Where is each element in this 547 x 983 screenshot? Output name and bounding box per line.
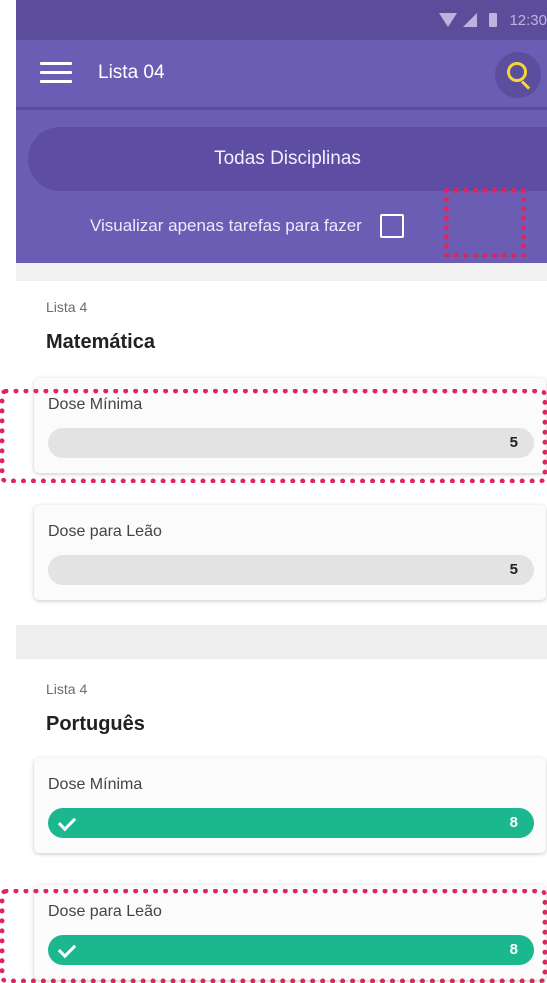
wifi-icon [439, 13, 458, 27]
task-progress-bar: 8 [48, 808, 534, 838]
task-progress-bar: 5 [48, 555, 534, 585]
check-icon [57, 812, 77, 832]
battery-icon [489, 13, 498, 27]
section-divider [16, 625, 547, 659]
section-subject-title: Matemática [46, 331, 155, 353]
discipline-select[interactable]: Todas Disciplinas [28, 127, 547, 191]
only-todo-filter: Visualizar apenas tarefas para fazer [90, 210, 404, 242]
app-bar: Lista 04 [16, 40, 547, 110]
app-screen: 12:30 Lista 04 Todas Disciplinas Visuali… [16, 0, 547, 983]
search-icon-handle [520, 80, 531, 90]
status-time: 12:30 [509, 11, 547, 29]
card-highlight [0, 389, 547, 483]
task-progress-count: 8 [509, 814, 518, 831]
status-bar: 12:30 [16, 0, 547, 40]
checkbox-highlight [444, 188, 526, 258]
task-card[interactable]: Dose para Leão 5 [34, 505, 546, 600]
signal-icon [463, 13, 478, 27]
task-progress-count: 5 [509, 561, 518, 578]
task-card-label: Dose Mínima [48, 776, 143, 793]
only-todo-checkbox[interactable] [379, 214, 404, 238]
card-highlight [0, 889, 547, 983]
only-todo-label: Visualizar apenas tarefas para fazer [90, 216, 362, 235]
section-list-label: Lista 4 [46, 681, 88, 697]
search-button[interactable] [495, 52, 541, 98]
page-title: Lista 04 [98, 62, 165, 83]
section-subject-title: Português [46, 713, 145, 735]
status-icons: 12:30 [439, 10, 547, 30]
task-list: Lista 4 Matemática Dose Mínima 5 Dose pa… [16, 263, 547, 983]
list-top-divider [16, 263, 547, 281]
section-list-label: Lista 4 [46, 299, 88, 315]
menu-icon[interactable] [40, 62, 72, 86]
task-card-label: Dose para Leão [48, 523, 162, 540]
task-card[interactable]: Dose Mínima 8 [34, 758, 546, 853]
search-icon [507, 62, 527, 82]
